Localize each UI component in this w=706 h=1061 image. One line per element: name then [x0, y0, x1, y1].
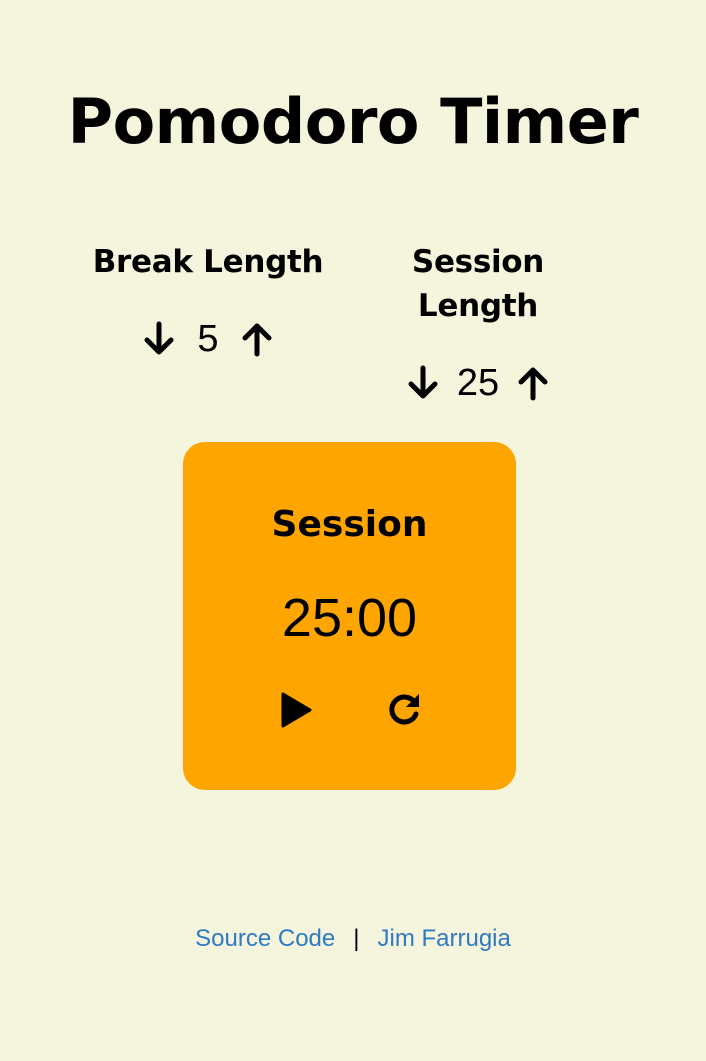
- timer-label: Session: [271, 504, 428, 545]
- session-length-label: Session Length: [411, 244, 545, 324]
- arrow-up-icon: [518, 367, 548, 401]
- reset-button[interactable]: [384, 688, 424, 732]
- break-length-value: 5: [197, 318, 219, 360]
- footer: Source Code | Jim Farrugia: [0, 922, 706, 956]
- break-decrement-button[interactable]: [141, 319, 177, 359]
- refresh-icon: [388, 694, 419, 725]
- break-length-label: Break Length: [92, 244, 324, 280]
- arrow-down-icon: [408, 365, 438, 399]
- session-decrement-button[interactable]: [405, 363, 441, 403]
- session-length-value: 25: [456, 362, 500, 404]
- source-code-link[interactable]: Source Code: [195, 925, 335, 952]
- footer-separator: |: [353, 925, 360, 952]
- session-increment-button[interactable]: [515, 363, 551, 403]
- arrow-up-icon: [242, 323, 272, 357]
- time-left: 25:00: [281, 588, 418, 648]
- timer-panel: Session 25:00: [183, 442, 516, 790]
- author-link[interactable]: Jim Farrugia: [377, 925, 510, 952]
- session-length-control: Session Length 25: [348, 240, 608, 408]
- page-title: Pomodoro Timer: [67, 85, 639, 158]
- break-increment-button[interactable]: [239, 319, 275, 359]
- play-icon: [281, 692, 311, 728]
- session-length-row: 25: [348, 358, 608, 408]
- break-length-control: Break Length 5: [88, 240, 328, 364]
- start-stop-button[interactable]: [276, 688, 316, 732]
- break-length-row: 5: [88, 314, 328, 364]
- arrow-down-icon: [144, 321, 174, 355]
- timer-controls: [183, 688, 516, 732]
